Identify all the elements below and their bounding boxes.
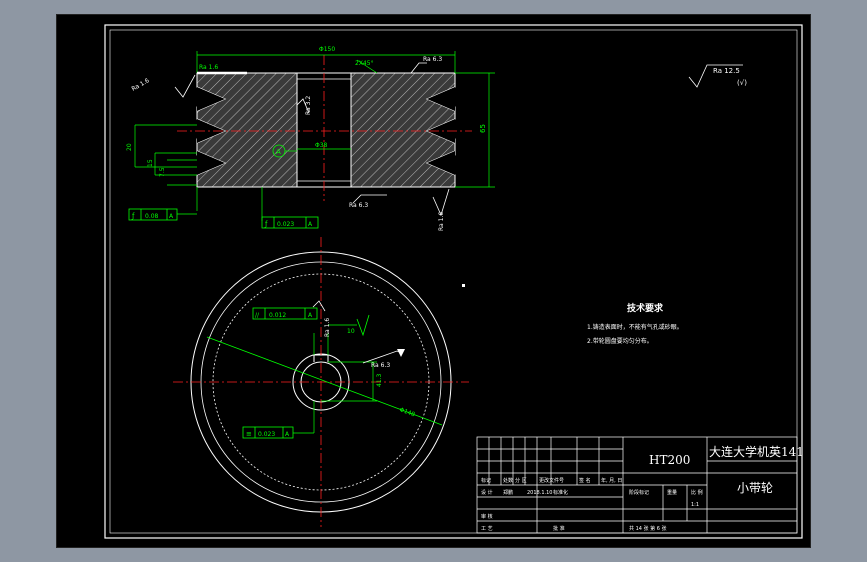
dim-outer-dia: Φ150	[319, 46, 335, 53]
top-left-label: Ra 1.6	[199, 64, 218, 71]
dim-groove-2: 15	[147, 159, 154, 167]
svg-text:0.08: 0.08	[145, 213, 159, 220]
tech-requirements: 技术要求 1.铸造表面时，不能有气孔或砂眼。 2.带轮圆盘要均匀分布。	[587, 302, 683, 345]
tb-count: 处数	[503, 477, 513, 484]
dim-groove-1: 20	[126, 143, 133, 151]
tb-standard: 标准化	[553, 489, 568, 496]
ra-key-bottom: Ra 6.3	[371, 362, 390, 369]
tb-sheets: 共 14 张 第 6 张	[629, 525, 667, 532]
tol-parallel: //	[255, 312, 260, 319]
school-label: 大连大学机英141	[709, 444, 804, 459]
tb-designer: 郑鹏	[503, 489, 513, 496]
tb-weight: 重量	[667, 489, 677, 496]
cad-drawing-viewport[interactable]: Φ150 2X45° Ra 6.3 Ra 1.6 Ra 1.6 Ra 3.2 Φ…	[56, 14, 811, 548]
material-label: HT200	[649, 453, 690, 467]
tb-zone: 分 区	[515, 477, 527, 484]
svg-text:0.023: 0.023	[277, 221, 294, 228]
drawing-canvas: Φ150 2X45° Ra 6.3 Ra 1.6 Ra 1.6 Ra 3.2 Φ…	[104, 24, 804, 539]
ra-bottom-left: Ra 6.3	[349, 202, 368, 209]
tol-sym: ≡	[246, 430, 252, 438]
tol-parallel-datum: A	[308, 312, 313, 319]
tb-sign: 签 名	[579, 477, 591, 484]
tb-date: 年, 月, 日	[601, 477, 622, 484]
tb-approve: 批 准	[553, 525, 565, 532]
tol-sym-value: 0.023	[258, 431, 275, 438]
tech-req-title: 技术要求	[627, 302, 664, 314]
part-name-label: 小带轮	[737, 481, 773, 495]
tb-review: 审 核	[481, 513, 493, 520]
dim-width: 65	[479, 124, 487, 133]
tb-design-date: 2018.1.10	[527, 490, 552, 496]
front-view	[173, 237, 469, 527]
ra-top: Ra 6.3	[423, 56, 442, 63]
svg-text:ƒ: ƒ	[264, 220, 268, 228]
ra-keyway: Ra 1.6	[324, 318, 331, 337]
ra-bottom-right: Ra 1.6	[438, 212, 445, 231]
ra-general-paren: (√)	[737, 79, 747, 87]
ra-left: Ra 1.6	[131, 77, 151, 93]
tol-parallel-value: 0.012	[269, 312, 286, 319]
tb-doc: 更改文件号	[539, 477, 564, 484]
tb-scale: 1:1	[691, 502, 699, 508]
dim-chamfer: 2X45°	[355, 60, 374, 67]
tolerance-frame-runout: ƒ 0.08 A	[128, 208, 197, 221]
tb-process: 工 艺	[481, 526, 493, 532]
section-view	[134, 51, 743, 221]
datum-a-label: A	[276, 148, 281, 156]
tb-mark: 标记	[481, 477, 491, 484]
svg-text:ƒ: ƒ	[131, 212, 135, 220]
dim-bore-dia: Φ38	[315, 142, 328, 149]
tb-design: 设 计	[481, 489, 493, 496]
ra-general: Ra 12.5	[713, 67, 740, 75]
dim-diag: Φ148	[398, 406, 416, 418]
dim-groove-3: 7.5	[159, 167, 166, 177]
tb-stage: 阶段标记	[629, 489, 649, 496]
tech-req-item-1: 1.铸造表面时，不能有气孔或砂眼。	[587, 323, 683, 331]
ra-bore: Ra 3.2	[305, 96, 312, 115]
tech-req-item-2: 2.带轮圆盘要均匀分布。	[587, 337, 653, 345]
tol-sym-datum: A	[285, 431, 290, 438]
svg-text:A: A	[308, 221, 313, 228]
svg-text:A: A	[169, 213, 174, 220]
tolerance-frame-runout-2: ƒ 0.023 A	[261, 216, 319, 229]
dim-small: 10	[347, 328, 355, 335]
dim-key: 41.3	[376, 373, 383, 387]
marker-dot	[462, 284, 465, 287]
tb-scale-label: 比 例	[691, 489, 703, 496]
